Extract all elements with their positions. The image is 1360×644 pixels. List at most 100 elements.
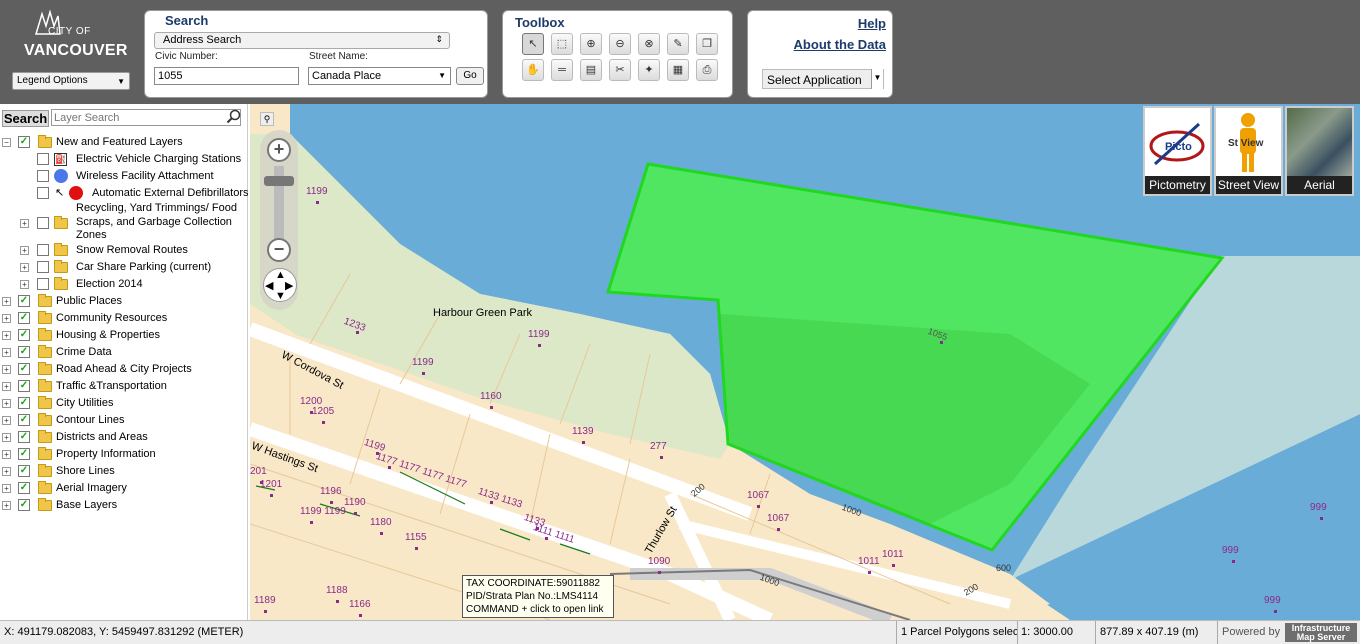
- layer-group-base[interactable]: + ✓ Base Layers: [0, 497, 248, 514]
- expand-icon[interactable]: +: [2, 382, 11, 391]
- magnifier-icon[interactable]: ⚲: [260, 112, 274, 126]
- expand-icon[interactable]: +: [2, 314, 11, 323]
- layer-group-housing[interactable]: + ✓ Housing & Properties: [0, 327, 248, 344]
- layer-recycling[interactable]: Recycling, Yard Trimmings/ Food + Scraps…: [0, 202, 248, 242]
- checkbox-checked[interactable]: ✓: [18, 397, 30, 409]
- layer-search-input[interactable]: [51, 109, 241, 126]
- layer-election[interactable]: + Election 2014: [0, 276, 248, 293]
- street-view-thumb[interactable]: St View Street View: [1214, 106, 1283, 196]
- parcel-tooltip[interactable]: TAX COORDINATE:59011882 PID/Strata Plan …: [462, 575, 614, 618]
- layer-group-shore[interactable]: + ✓ Shore Lines: [0, 463, 248, 480]
- layer-group-traffic[interactable]: + ✓ Traffic &Transportation: [0, 378, 248, 395]
- expand-icon[interactable]: +: [2, 416, 11, 425]
- layer-wireless[interactable]: Wireless Facility Attachment: [0, 168, 248, 185]
- pictometry-thumb[interactable]: Picto Pictometry: [1143, 106, 1212, 196]
- expand-icon[interactable]: +: [20, 280, 29, 289]
- checkbox-checked[interactable]: ✓: [18, 448, 30, 460]
- about-data-link[interactable]: About the Data: [794, 37, 886, 52]
- checkbox-checked[interactable]: ✓: [18, 312, 30, 324]
- checkbox-checked[interactable]: ✓: [18, 465, 30, 477]
- layer-group-property[interactable]: + ✓ Property Information: [0, 446, 248, 463]
- expand-icon[interactable]: +: [2, 484, 11, 493]
- layer-ev-charging[interactable]: ⛽ Electric Vehicle Charging Stations: [0, 151, 248, 168]
- layer-group-new-featured[interactable]: − ✓ New and Featured Layers: [0, 134, 248, 151]
- zoom-slider-handle[interactable]: [264, 176, 294, 186]
- expand-icon[interactable]: +: [2, 433, 11, 442]
- legend-options-select[interactable]: Legend Options ▼: [12, 72, 130, 90]
- layer-group-community[interactable]: + ✓ Community Resources: [0, 310, 248, 327]
- clear-tools-icon[interactable]: ✂: [609, 59, 631, 81]
- marker-icon[interactable]: ✦: [638, 59, 660, 81]
- expand-icon[interactable]: +: [2, 501, 11, 510]
- pan-right-icon[interactable]: ▶: [285, 279, 293, 292]
- select-pointer-icon[interactable]: ↖: [522, 33, 544, 55]
- layer-search-button[interactable]: Search: [2, 110, 49, 127]
- layer-group-contour[interactable]: + ✓ Contour Lines: [0, 412, 248, 429]
- layer-car-share[interactable]: + Car Share Parking (current): [0, 259, 248, 276]
- report-icon[interactable]: ▦: [667, 59, 689, 81]
- expand-icon[interactable]: +: [2, 297, 11, 306]
- street-name-select[interactable]: Canada Place ▼: [308, 67, 451, 85]
- folder-icon: [38, 379, 52, 392]
- civic-number-input[interactable]: 1055: [154, 67, 299, 85]
- layer-group-aerial[interactable]: + ✓ Aerial Imagery: [0, 480, 248, 497]
- expand-icon[interactable]: +: [20, 219, 29, 228]
- expand-icon[interactable]: +: [2, 467, 11, 476]
- expand-icon[interactable]: +: [2, 331, 11, 340]
- zoom-out-button[interactable]: −: [267, 238, 291, 262]
- checkbox-checked[interactable]: ✓: [18, 329, 30, 341]
- layer-aed[interactable]: ↖ Automatic External Defibrillators: [0, 185, 249, 202]
- checkbox-checked[interactable]: ✓: [18, 295, 30, 307]
- layer-group-crime[interactable]: + ✓ Crime Data: [0, 344, 248, 361]
- checkbox-checked[interactable]: ✓: [18, 414, 30, 426]
- expand-icon[interactable]: +: [2, 399, 11, 408]
- checkbox-checked[interactable]: ✓: [18, 346, 30, 358]
- checkbox-checked[interactable]: ✓: [18, 380, 30, 392]
- checkbox-checked[interactable]: ✓: [18, 363, 30, 375]
- checkbox[interactable]: [37, 244, 49, 256]
- zoom-in-button[interactable]: +: [267, 138, 291, 162]
- checkbox-checked[interactable]: ✓: [18, 136, 30, 148]
- aerial-thumb[interactable]: Aerial: [1285, 106, 1354, 196]
- checkbox[interactable]: [37, 261, 49, 273]
- copy-icon[interactable]: ❐: [696, 33, 718, 55]
- expand-icon[interactable]: +: [2, 348, 11, 357]
- collapse-icon[interactable]: −: [2, 138, 11, 147]
- select-application-dropdown[interactable]: Select Application ▼: [762, 69, 884, 89]
- zoom-box-icon[interactable]: ⬚: [551, 33, 573, 55]
- checkbox[interactable]: [37, 278, 49, 290]
- go-button[interactable]: Go: [456, 67, 484, 85]
- checkbox[interactable]: [37, 170, 49, 182]
- expand-icon[interactable]: +: [20, 246, 29, 255]
- help-link[interactable]: Help: [858, 16, 886, 31]
- layer-group-districts[interactable]: + ✓ Districts and Areas: [0, 429, 248, 446]
- layer-group-road-ahead[interactable]: + ✓ Road Ahead & City Projects: [0, 361, 248, 378]
- checkbox-checked[interactable]: ✓: [18, 482, 30, 494]
- layer-snow[interactable]: + Snow Removal Routes: [0, 242, 248, 259]
- checkbox[interactable]: [37, 187, 49, 199]
- checkbox[interactable]: [37, 153, 49, 165]
- checkbox-checked[interactable]: ✓: [18, 499, 30, 511]
- parcel-point-marker: [359, 614, 362, 617]
- map-canvas[interactable]: Harbour Green Park W Cordova St W Hastings…: [250, 104, 1360, 620]
- checkbox[interactable]: [37, 217, 49, 229]
- measure-line-icon[interactable]: ═: [551, 59, 573, 81]
- zoom-clear-icon[interactable]: ⊗: [638, 33, 660, 55]
- parcel-number-label: 1201: [260, 479, 283, 490]
- expand-icon[interactable]: +: [20, 263, 29, 272]
- pan-control[interactable]: ▲ ▼ ◀ ▶: [263, 268, 297, 302]
- checkbox-checked[interactable]: ✓: [18, 431, 30, 443]
- layer-group-utilities[interactable]: + ✓ City Utilities: [0, 395, 248, 412]
- pan-left-icon[interactable]: ◀: [265, 279, 273, 292]
- expand-icon[interactable]: +: [2, 365, 11, 374]
- measure-area-icon[interactable]: ▤: [580, 59, 602, 81]
- search-icon[interactable]: [226, 109, 241, 124]
- layer-group-public-places[interactable]: + ✓ Public Places: [0, 293, 248, 310]
- expand-icon[interactable]: +: [2, 450, 11, 459]
- zoom-out-icon[interactable]: ⊖: [609, 33, 631, 55]
- print-icon[interactable]: ⎙: [696, 59, 718, 81]
- pan-hand-icon[interactable]: ✋: [522, 59, 544, 81]
- search-type-select[interactable]: Address Search ⇕: [154, 32, 450, 49]
- identify-icon[interactable]: ✎: [667, 33, 689, 55]
- zoom-in-icon[interactable]: ⊕: [580, 33, 602, 55]
